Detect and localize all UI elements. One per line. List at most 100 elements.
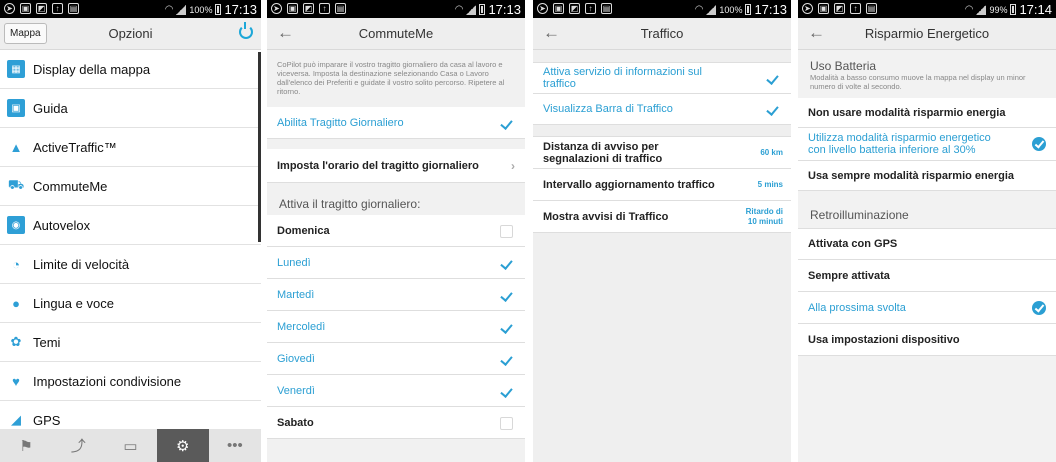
day-label: Mercoledì — [277, 320, 326, 333]
menu-item-map-display[interactable]: ▦ Display della mappa — [0, 50, 261, 89]
upload-notification-icon: ↑ — [319, 3, 330, 14]
option-label: Sempre attivata — [808, 269, 890, 282]
day-label: Venerdì — [277, 384, 315, 397]
wifi-icon: ◠ — [964, 4, 974, 15]
enable-commute-toggle[interactable]: Abilita Tragitto Giornaliero — [267, 107, 525, 139]
menu-item-themes[interactable]: ✿ Temi — [0, 323, 261, 362]
navigation-notification-icon: ➤ — [537, 3, 548, 14]
commute-description: CoPilot può imparare il vostro tragitto … — [277, 60, 505, 96]
option-label: Usa sempre modalità risparmio energia — [808, 169, 1015, 182]
menu-item-label: Impostazioni condivisione — [33, 373, 182, 389]
checkbox[interactable] — [766, 72, 779, 85]
backlight-option-next-turn[interactable]: Alla prossima svolta — [798, 292, 1056, 324]
setting-value: 60 km — [760, 147, 783, 157]
menu-item-label: CommuteMe — [33, 178, 108, 194]
flag-icon[interactable]: ⚑ — [0, 429, 52, 462]
backlight-option-always[interactable]: Sempre attivata — [798, 260, 1056, 292]
checkbox[interactable] — [500, 256, 513, 270]
gallery-notification-icon: ▣ — [287, 3, 298, 14]
speedometer-icon: ◔ — [12, 256, 20, 272]
update-interval-setting[interactable]: Intervallo aggiornamento traffico 5 mins — [533, 169, 791, 201]
day-row-thursday[interactable]: Giovedì — [267, 343, 525, 375]
wifi-icon: ◠ — [164, 4, 174, 15]
app-bar: Mappa Opzioni — [0, 18, 261, 50]
wifi-icon: ◠ — [454, 4, 464, 15]
menu-item-speed-limit[interactable]: ◔ Limite di velocità — [0, 245, 261, 284]
traffic-screen: ➤ ▣ ◩ ↑ ▤ ◠ 100% 17:13 ← Traffico Attiva… — [533, 0, 791, 462]
setting-value: Ritardo di 10 minuti — [745, 206, 783, 226]
status-bar: ➤ ▣ ◩ ↑ ▤ ◠ 99% 17:14 — [798, 0, 1056, 18]
checkbox[interactable] — [500, 416, 513, 430]
battery-percent: 100% — [719, 4, 743, 15]
menu-item-sharing-settings[interactable]: ♥ Impostazioni condivisione — [0, 362, 261, 401]
set-commute-time-item[interactable]: Imposta l'orario del tragitto giornalier… — [267, 149, 525, 183]
power-icon[interactable] — [239, 22, 253, 39]
settings-gears-icon[interactable]: ⚙ — [156, 429, 209, 462]
setting-label: Mostra avvisi di Traffico — [543, 210, 669, 223]
day-row-friday[interactable]: Venerdì — [267, 375, 525, 407]
battery-percent: 100% — [189, 4, 213, 15]
warning-distance-setting[interactable]: Distanza di avviso per segnalazioni di t… — [533, 136, 791, 169]
option-label: Usa impostazioni dispositivo — [808, 333, 960, 346]
menu-item-label: Autovelox — [33, 217, 91, 233]
menu-item-commuteme[interactable]: ⛟ CommuteMe — [0, 167, 261, 206]
option-label: Utilizza modalità risparmio energetico c… — [808, 132, 991, 156]
signal-icon — [176, 4, 187, 15]
day-row-wednesday[interactable]: Mercoledì — [267, 311, 525, 343]
screenshot-notification-icon: ▤ — [68, 3, 79, 14]
checkbox[interactable] — [500, 352, 513, 366]
menu-item-label: Guida — [33, 100, 68, 116]
battery-option-always[interactable]: Usa sempre modalità risparmio energia — [798, 161, 1056, 191]
energy-saving-screen: ➤ ▣ ◩ ↑ ▤ ◠ 99% 17:14 ← Risparmio Energe… — [798, 0, 1056, 462]
menu-item-label: Limite di velocità — [33, 256, 130, 272]
upload-notification-icon: ↑ — [850, 3, 861, 14]
battery-option-below-30[interactable]: Utilizza modalità risparmio energetico c… — [798, 128, 1056, 161]
traffic-bar-toggle[interactable]: Visualizza Barra di Traffico — [533, 94, 791, 125]
signal-icon — [706, 4, 717, 15]
clock: 17:13 — [488, 2, 521, 17]
gallery-notification-icon: ▣ — [20, 3, 31, 14]
status-bar: ➤ ▣ ◩ ↑ ▤ ◠ 100% 17:13 — [0, 0, 261, 18]
more-dots-icon[interactable]: ••• — [209, 429, 261, 462]
checkbox[interactable] — [500, 320, 513, 334]
menu-item-activetraffic[interactable]: ▲ ActiveTraffic™ — [0, 128, 261, 167]
day-row-monday[interactable]: Lunedì — [267, 247, 525, 279]
menu-item-guide[interactable]: ▣ Guida — [0, 89, 261, 128]
backlight-option-device[interactable]: Usa impostazioni dispositivo — [798, 324, 1056, 356]
battery-icon — [1010, 4, 1017, 15]
day-row-saturday[interactable]: Sabato — [267, 407, 525, 439]
page-title: Traffico — [640, 26, 684, 41]
checkbox[interactable] — [500, 116, 513, 130]
commute-car-icon: ⛟ — [7, 177, 25, 192]
day-label: Domenica — [277, 224, 330, 237]
page-title: Opzioni — [108, 26, 153, 41]
commuteme-screen: ➤ ▣ ◩ ↑ ▤ ◠ 17:13 ← CommuteMe CoPilot pu… — [267, 0, 525, 462]
backlight-option-gps[interactable]: Attivata con GPS — [798, 228, 1056, 260]
signal-icon — [466, 4, 477, 15]
item-label: Imposta l'orario del tragitto giornalier… — [277, 159, 479, 172]
day-label: Giovedì — [277, 352, 315, 365]
battery-option-never[interactable]: Non usare modalità risparmio energia — [798, 98, 1056, 128]
screenshot-notification-icon: ▤ — [866, 3, 877, 14]
show-traffic-alerts-setting[interactable]: Mostra avvisi di Traffico Ritardo di 10 … — [533, 201, 791, 233]
checkbox[interactable] — [500, 288, 513, 302]
status-bar: ➤ ▣ ◩ ↑ ▤ ◠ 17:13 — [267, 0, 525, 18]
traffic-info-service-toggle[interactable]: Attiva servizio di informazioni sul traf… — [533, 62, 791, 94]
option-label: Alla prossima svolta — [808, 301, 906, 314]
menu-item-language-voice[interactable]: ● Lingua e voce — [0, 284, 261, 323]
menu-item-autovelox[interactable]: ◉ Autovelox — [0, 206, 261, 245]
checkbox[interactable] — [500, 224, 513, 238]
setting-value: 5 mins — [757, 179, 783, 189]
image-notification-icon: ◩ — [834, 3, 845, 14]
day-row-sunday[interactable]: Domenica — [267, 215, 525, 247]
navigation-notification-icon: ➤ — [802, 3, 813, 14]
day-row-tuesday[interactable]: Martedì — [267, 279, 525, 311]
contact-card-icon[interactable]: ▭ — [104, 429, 156, 462]
image-notification-icon: ◩ — [36, 3, 47, 14]
upload-notification-icon: ↑ — [52, 3, 63, 14]
backlight-section-header: Retroilluminazione — [810, 208, 909, 222]
upload-notification-icon: ↑ — [585, 3, 596, 14]
checkbox[interactable] — [500, 384, 513, 398]
checkbox[interactable] — [766, 103, 779, 116]
route-icon[interactable]: ⤴ — [52, 429, 104, 462]
